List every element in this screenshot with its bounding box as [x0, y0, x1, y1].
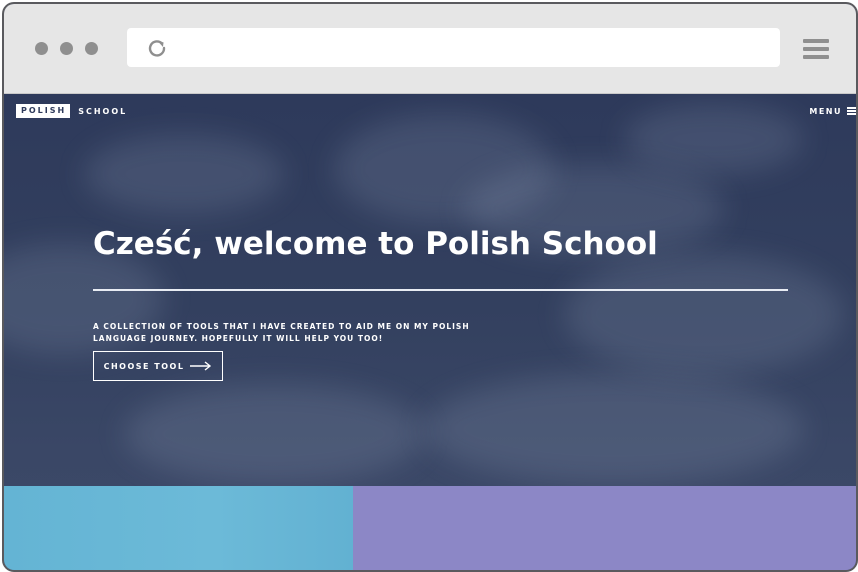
website-viewport: POLISH SCHOOL MENU Cześć, welcome to Pol…: [4, 94, 856, 570]
menu-label: MENU: [809, 106, 842, 116]
hero-divider: [93, 289, 788, 291]
browser-window: POLISH SCHOOL MENU Cześć, welcome to Pol…: [2, 2, 858, 572]
tool-tile-purple[interactable]: [353, 486, 856, 570]
choose-tool-button[interactable]: CHOOSE TOOL: [93, 351, 223, 381]
logo-word-school: SCHOOL: [78, 106, 128, 116]
arrow-right-icon: [190, 361, 212, 371]
tool-tile-blue[interactable]: [4, 486, 353, 570]
hero-title: Cześć, welcome to Polish School: [93, 226, 658, 262]
browser-toolbar: [4, 4, 856, 94]
window-maximize-dot[interactable]: [85, 42, 98, 55]
hero-subtitle: A collection of tools that I have create…: [93, 321, 470, 344]
menu-icon: [847, 106, 856, 117]
window-close-dot[interactable]: [35, 42, 48, 55]
site-logo[interactable]: POLISH SCHOOL: [16, 104, 127, 118]
reload-icon[interactable]: [146, 37, 168, 59]
window-minimize-dot[interactable]: [60, 42, 73, 55]
browser-menu-icon[interactable]: [803, 39, 829, 59]
site-menu-button[interactable]: MENU: [809, 104, 856, 118]
address-bar[interactable]: [127, 28, 780, 67]
choose-tool-label: CHOOSE TOOL: [103, 361, 185, 371]
logo-word-polish: POLISH: [16, 104, 71, 118]
